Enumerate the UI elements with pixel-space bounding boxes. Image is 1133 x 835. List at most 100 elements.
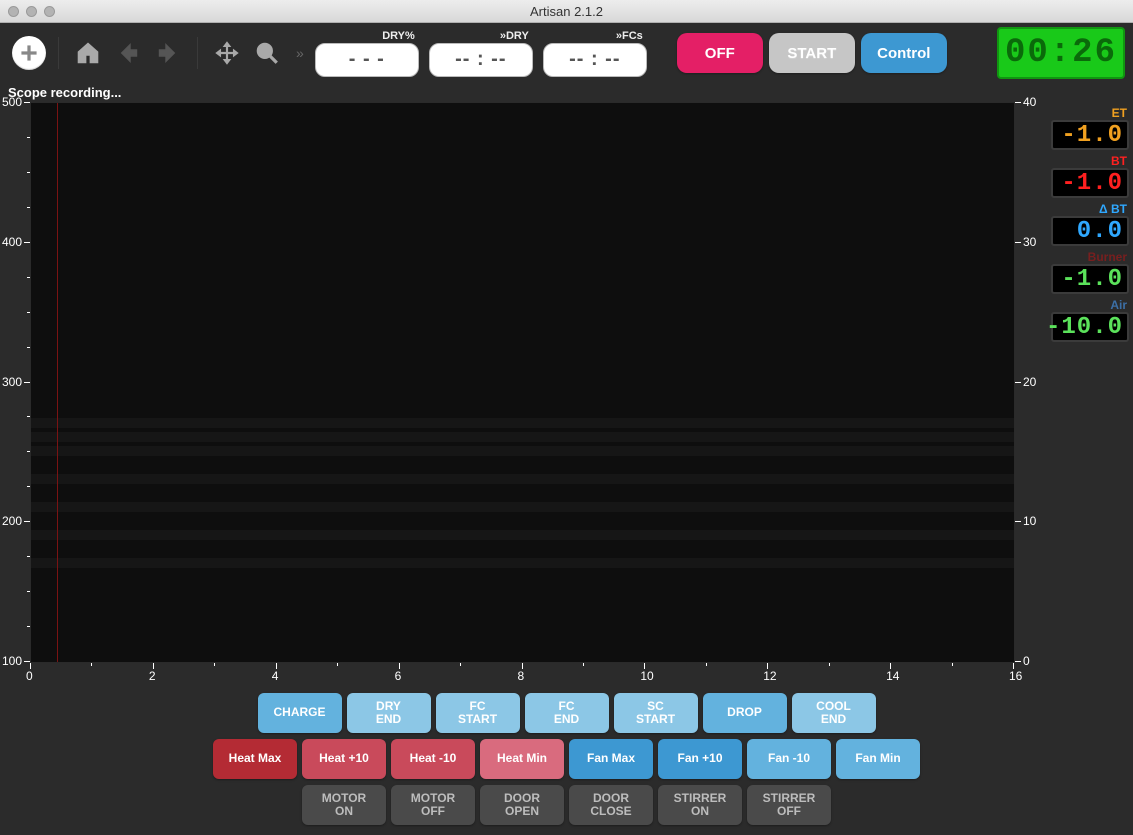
to-fcs-label: »FCs	[616, 30, 647, 42]
button-label: CHARGE	[273, 706, 325, 719]
y-axis-right: 010203040	[1015, 102, 1045, 663]
readout-air-value: -10.0	[1051, 312, 1129, 342]
motor-off-button[interactable]: MOTOR OFF	[391, 785, 475, 825]
app-window: Artisan 2.1.2	[0, 0, 1133, 835]
button-label: STIRRER ON	[674, 792, 727, 818]
status-text: Scope recording...	[0, 83, 1133, 102]
fc-start-button[interactable]: FC START	[436, 693, 520, 733]
to-dry-display: »DRY -- : --	[429, 30, 533, 77]
x-tick-label: 0	[26, 669, 33, 683]
app-body: » DRY% - - - »DRY -- : -- »FCs -- : -- O…	[0, 23, 1133, 835]
zoom-button[interactable]	[250, 36, 284, 70]
move-icon	[214, 40, 240, 66]
button-label: Fan Max	[587, 752, 635, 765]
drop-button[interactable]: DROP	[703, 693, 787, 733]
button-label: COOL END	[816, 700, 851, 726]
button-label: Heat -10	[410, 752, 457, 765]
fan-10-button[interactable]: Fan -10	[747, 739, 831, 779]
readout-bt: BT -1.0	[1051, 154, 1129, 198]
x-tick-label: 6	[395, 669, 402, 683]
cool-end-button[interactable]: COOL END	[792, 693, 876, 733]
magnifier-icon	[254, 40, 280, 66]
fc-end-button[interactable]: FC END	[525, 693, 609, 733]
heat-10-button[interactable]: Heat +10	[302, 739, 386, 779]
sc-start-button[interactable]: SC START	[614, 693, 698, 733]
fan-max-button[interactable]: Fan Max	[569, 739, 653, 779]
separator	[197, 37, 198, 69]
pan-button[interactable]	[210, 36, 244, 70]
button-label: MOTOR OFF	[411, 792, 455, 818]
dry-pct-display: DRY% - - -	[315, 30, 419, 77]
x-tick-label: 16	[1009, 669, 1022, 683]
event-buttons-row: CHARGE DRY END FC START FC END SC START DROP C…	[258, 693, 876, 733]
heat-max-button[interactable]: Heat Max	[213, 739, 297, 779]
motor-on-button[interactable]: MOTOR ON	[302, 785, 386, 825]
button-label: Fan -10	[768, 752, 810, 765]
button-label: DROP	[727, 706, 762, 719]
dry-end-button[interactable]: DRY END	[347, 693, 431, 733]
titlebar: Artisan 2.1.2	[0, 0, 1133, 23]
button-label: STIRRER OFF	[763, 792, 816, 818]
start-button[interactable]: START	[769, 33, 855, 73]
x-tick-label: 8	[518, 669, 525, 683]
off-button[interactable]: OFF	[677, 33, 763, 73]
readout-bt-value: -1.0	[1051, 168, 1129, 198]
nav-forward-button[interactable]	[151, 36, 185, 70]
control-button[interactable]: Control	[861, 33, 947, 73]
nav-back-button[interactable]	[111, 36, 145, 70]
to-fcs-value: -- : --	[543, 43, 647, 77]
button-label: FC END	[554, 700, 579, 726]
y-right-tick-label: 40	[1023, 95, 1036, 109]
stirrer-off-button[interactable]: STIRRER OFF	[747, 785, 831, 825]
home-button[interactable]	[71, 36, 105, 70]
button-label: DRY END	[376, 700, 401, 726]
readout-delta-bt-label: Δ BT	[1051, 202, 1129, 216]
y-axis-left: 100200300400500	[0, 102, 30, 663]
button-label: MOTOR ON	[322, 792, 366, 818]
y-left-tick-label: 200	[2, 514, 22, 528]
current-time-marker	[57, 103, 58, 662]
button-label: Heat +10	[319, 752, 369, 765]
x-tick-label: 14	[886, 669, 899, 683]
expand-icon[interactable]: »	[296, 45, 301, 61]
fan-min-button[interactable]: Fan Min	[836, 739, 920, 779]
y-left-tick-label: 300	[2, 375, 22, 389]
to-dry-label: »DRY	[500, 30, 533, 42]
charge-button[interactable]: CHARGE	[258, 693, 342, 733]
door-open-button[interactable]: DOOR OPEN	[480, 785, 564, 825]
readout-air: Air -10.0	[1051, 298, 1129, 342]
bottom-button-panel: CHARGE DRY END FC START FC END SC START DROP C…	[0, 685, 1133, 835]
door-close-button[interactable]: DOOR CLOSE	[569, 785, 653, 825]
readout-delta-bt: Δ BT 0.0	[1051, 202, 1129, 246]
x-tick-label: 12	[763, 669, 776, 683]
y-left-tick-label: 500	[2, 95, 22, 109]
timer-lcd: 00:26	[997, 27, 1125, 79]
readout-air-label: Air	[1051, 298, 1129, 312]
toolbar: » DRY% - - - »DRY -- : -- »FCs -- : -- O…	[0, 23, 1133, 83]
y-left-tick-label: 100	[2, 654, 22, 668]
motor-buttons-row: MOTOR ON MOTOR OFF DOOR OPENDOOR CLOSE STIR…	[302, 785, 831, 825]
x-axis: 0246810121416	[30, 663, 1019, 685]
button-label: FC START	[458, 700, 497, 726]
readout-et-value: -1.0	[1051, 120, 1129, 150]
add-button[interactable]	[12, 36, 46, 70]
plot-container: 100200300400500 010203040	[0, 102, 1045, 663]
dry-pct-value: - - -	[315, 43, 419, 77]
button-label: Heat Min	[497, 752, 547, 765]
stirrer-on-button[interactable]: STIRRER ON	[658, 785, 742, 825]
roast-plot[interactable]	[30, 102, 1015, 663]
to-fcs-display: »FCs -- : --	[543, 30, 647, 77]
readout-burner-value: -1.0	[1051, 264, 1129, 294]
y-left-tick-label: 400	[2, 235, 22, 249]
separator	[58, 37, 59, 69]
main-area: 100200300400500 010203040 ET -1.0 BT -1.…	[0, 102, 1133, 663]
heat-min-button[interactable]: Heat Min	[480, 739, 564, 779]
to-dry-value: -- : --	[429, 43, 533, 77]
fan-10-button[interactable]: Fan +10	[658, 739, 742, 779]
readout-burner: Burner -1.0	[1051, 250, 1129, 294]
readout-et-label: ET	[1051, 106, 1129, 120]
button-label: Fan Min	[855, 752, 900, 765]
heat-10-button[interactable]: Heat -10	[391, 739, 475, 779]
button-label: SC START	[636, 700, 675, 726]
button-label: Heat Max	[229, 752, 282, 765]
